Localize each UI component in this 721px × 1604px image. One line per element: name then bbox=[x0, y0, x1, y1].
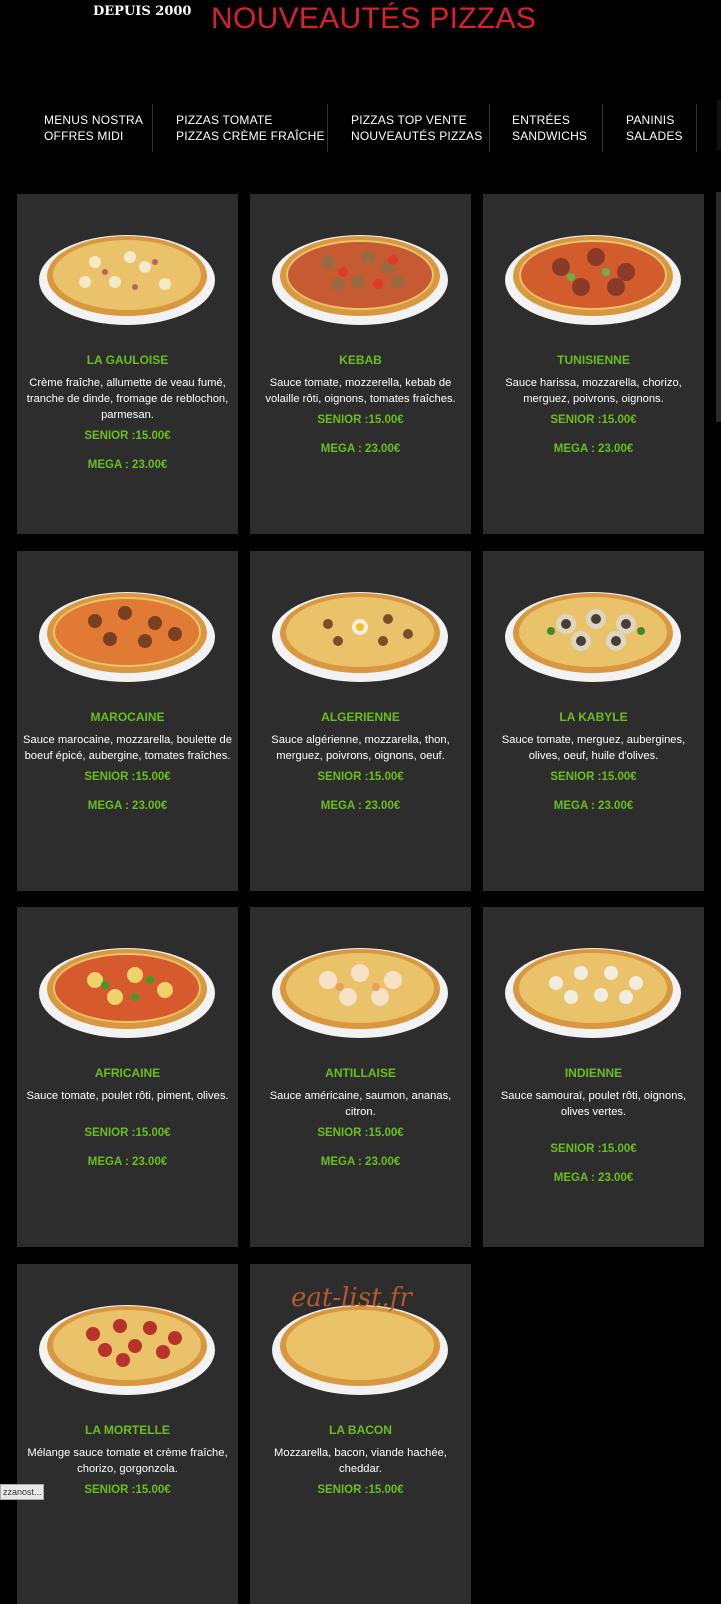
nav-link-entrees[interactable]: ENTRÉES bbox=[512, 112, 602, 128]
price-senior: SENIOR :15.00€ bbox=[550, 771, 637, 783]
pizza-card: TUNISIENNE Sauce harissa, mozzarella, cho… bbox=[483, 194, 704, 534]
pizza-name: ALGERIENNE bbox=[321, 710, 400, 724]
status-bar: zzanost... bbox=[0, 1484, 44, 1500]
pizza-card: KEBAB Sauce tomate, mozzerella, kebab de … bbox=[250, 194, 471, 534]
price-senior: SENIOR :15.00€ bbox=[84, 771, 171, 783]
pizza-name: INDIENNE bbox=[564, 1066, 623, 1080]
pizza-image bbox=[272, 948, 448, 1038]
pizza-description: Mozzarella, bacon, viande hachée, chedda… bbox=[274, 1447, 447, 1475]
pizza-description: Sauce algérienne, mozzarella, thon, merg… bbox=[271, 734, 450, 762]
nav-link-sandwichs[interactable]: SANDWICHS bbox=[512, 128, 602, 144]
watermark: eat-list.fr bbox=[291, 1283, 412, 1313]
pizza-description: Sauce samouraï, poulet rôti, oignons, ol… bbox=[500, 1090, 687, 1118]
nav-link-nouveautes[interactable]: NOUVEAUTÉS PIZZAS bbox=[351, 128, 489, 144]
pizza-card: AFRICAINE Sauce tomate, poulet rôti, pime… bbox=[17, 907, 238, 1247]
price-senior: SENIOR :15.00€ bbox=[317, 771, 404, 783]
price-senior: SENIOR :15.00€ bbox=[317, 414, 404, 426]
pizza-image bbox=[39, 235, 215, 325]
pizza-description: Sauce américaine, saumon, ananas, citron… bbox=[269, 1090, 452, 1118]
nav-link-pizzas-tomate[interactable]: PIZZAS TOMATE bbox=[176, 112, 327, 128]
pizza-image bbox=[505, 235, 681, 325]
pizza-card: ANTILLAISE Sauce américaine, saumon, anan… bbox=[250, 907, 471, 1247]
pizza-card: INDIENNE Sauce samouraï, poulet rôti, oig… bbox=[483, 907, 704, 1247]
pizza-description: Sauce tomate, merguez, aubergines, olive… bbox=[501, 734, 686, 762]
nav-link-top-vente[interactable]: PIZZAS TOP VENTE bbox=[351, 112, 489, 128]
price-senior: SENIOR :15.00€ bbox=[84, 1127, 171, 1139]
pizza-name: ANTILLAISE bbox=[325, 1066, 396, 1080]
pizza-card: MAROCAINE Sauce marocaine, mozzarella, bo… bbox=[17, 551, 238, 891]
price-mega: MEGA : 23.00€ bbox=[553, 800, 634, 812]
pizza-name: LA KABYLE bbox=[559, 710, 628, 724]
page-title: NOUVEAUTÉS PIZZAS bbox=[211, 2, 537, 35]
price-mega: MEGA : 23.00€ bbox=[553, 443, 634, 455]
nav-link-salades[interactable]: SALADES bbox=[626, 128, 696, 144]
pizza-name: LA GAULOISE bbox=[86, 353, 169, 367]
pizza-name: LA BACON bbox=[329, 1423, 392, 1437]
pizza-description: Sauce marocaine, mozzarella, boulette de… bbox=[23, 734, 232, 762]
pizza-name: KEBAB bbox=[339, 353, 382, 367]
price-senior: SENIOR :15.00€ bbox=[317, 1127, 404, 1139]
nav-group-entrees: ENTRÉES SANDWICHS bbox=[512, 104, 603, 152]
price-senior: SENIOR :15.00€ bbox=[84, 430, 171, 442]
nav-group-top: PIZZAS TOP VENTE NOUVEAUTÉS PIZZAS bbox=[351, 104, 490, 152]
nav-group-paninis: PANINIS SALADES bbox=[626, 104, 697, 152]
pizza-image bbox=[39, 592, 215, 682]
price-mega: MEGA : 23.00€ bbox=[320, 800, 401, 812]
pizza-name: LA MORTELLE bbox=[85, 1423, 170, 1437]
pizza-name: AFRICAINE bbox=[94, 1066, 161, 1080]
pizza-name: TUNISIENNE bbox=[557, 353, 630, 367]
pizza-image bbox=[272, 235, 448, 325]
pizza-card: LA KABYLE Sauce tomate, merguez, aubergin… bbox=[483, 551, 704, 891]
nav-group-pizzas: PIZZAS TOMATE PIZZAS CRÈME FRAÎCHE bbox=[176, 104, 328, 152]
pizza-description: Sauce harissa, mozzarella, chorizo, merg… bbox=[505, 377, 682, 405]
pizza-card: LA GAULOISE Crème fraîche, allumette de v… bbox=[17, 194, 238, 534]
price-senior: SENIOR :15.00€ bbox=[317, 1484, 404, 1496]
pizza-image bbox=[272, 592, 448, 682]
price-mega: MEGA : 23.00€ bbox=[553, 1172, 634, 1184]
pizza-card: ALGERIENNE Sauce algérienne, mozzarella, … bbox=[250, 551, 471, 891]
price-mega: MEGA : 23.00€ bbox=[320, 443, 401, 455]
price-senior: SENIOR :15.00€ bbox=[550, 414, 637, 426]
nav-link-menus-nostra[interactable]: MENUS NOSTRA bbox=[44, 112, 152, 128]
nav-link-offres-midi[interactable]: OFFRES MIDI bbox=[44, 128, 152, 144]
nav-link-paninis[interactable]: PANINIS bbox=[626, 112, 696, 128]
category-nav: MENUS NOSTRA OFFRES MIDI PIZZAS TOMATE P… bbox=[0, 104, 721, 154]
price-senior: SENIOR :15.00€ bbox=[550, 1143, 637, 1155]
pizza-image bbox=[505, 592, 681, 682]
nav-scroll-indicator[interactable] bbox=[717, 100, 721, 150]
pizza-image bbox=[505, 948, 681, 1038]
pizza-description: Mélange sauce tomate et crème fraîche, c… bbox=[27, 1447, 228, 1475]
price-mega: MEGA : 23.00€ bbox=[320, 1156, 401, 1168]
pizza-card: LA MORTELLE Mélange sauce tomate et crème… bbox=[17, 1264, 238, 1604]
nav-link-pizzas-creme[interactable]: PIZZAS CRÈME FRAÎCHE bbox=[176, 128, 327, 144]
price-mega: MEGA : 23.00€ bbox=[87, 800, 168, 812]
price-senior: SENIOR :15.00€ bbox=[84, 1484, 171, 1496]
pizza-image bbox=[39, 1305, 215, 1395]
pizza-image bbox=[39, 948, 215, 1038]
price-mega: MEGA : 23.00€ bbox=[87, 459, 168, 471]
pizza-card: LA BACON Mozzarella, bacon, viande hachée… bbox=[250, 1264, 471, 1604]
price-mega: MEGA : 23.00€ bbox=[87, 1156, 168, 1168]
pizza-description: Sauce tomate, mozzerella, kebab de volai… bbox=[265, 377, 456, 405]
pizza-name: MAROCAINE bbox=[90, 710, 165, 724]
nav-group-menus: MENUS NOSTRA OFFRES MIDI bbox=[44, 104, 153, 152]
page-scrollbar[interactable] bbox=[716, 192, 721, 422]
since-label: DEPUIS 2000 bbox=[93, 4, 192, 19]
pizza-description: Sauce tomate, poulet rôti, piment, olive… bbox=[26, 1090, 229, 1102]
pizza-description: Crème fraîche, allumette de veau fumé, t… bbox=[26, 377, 229, 421]
